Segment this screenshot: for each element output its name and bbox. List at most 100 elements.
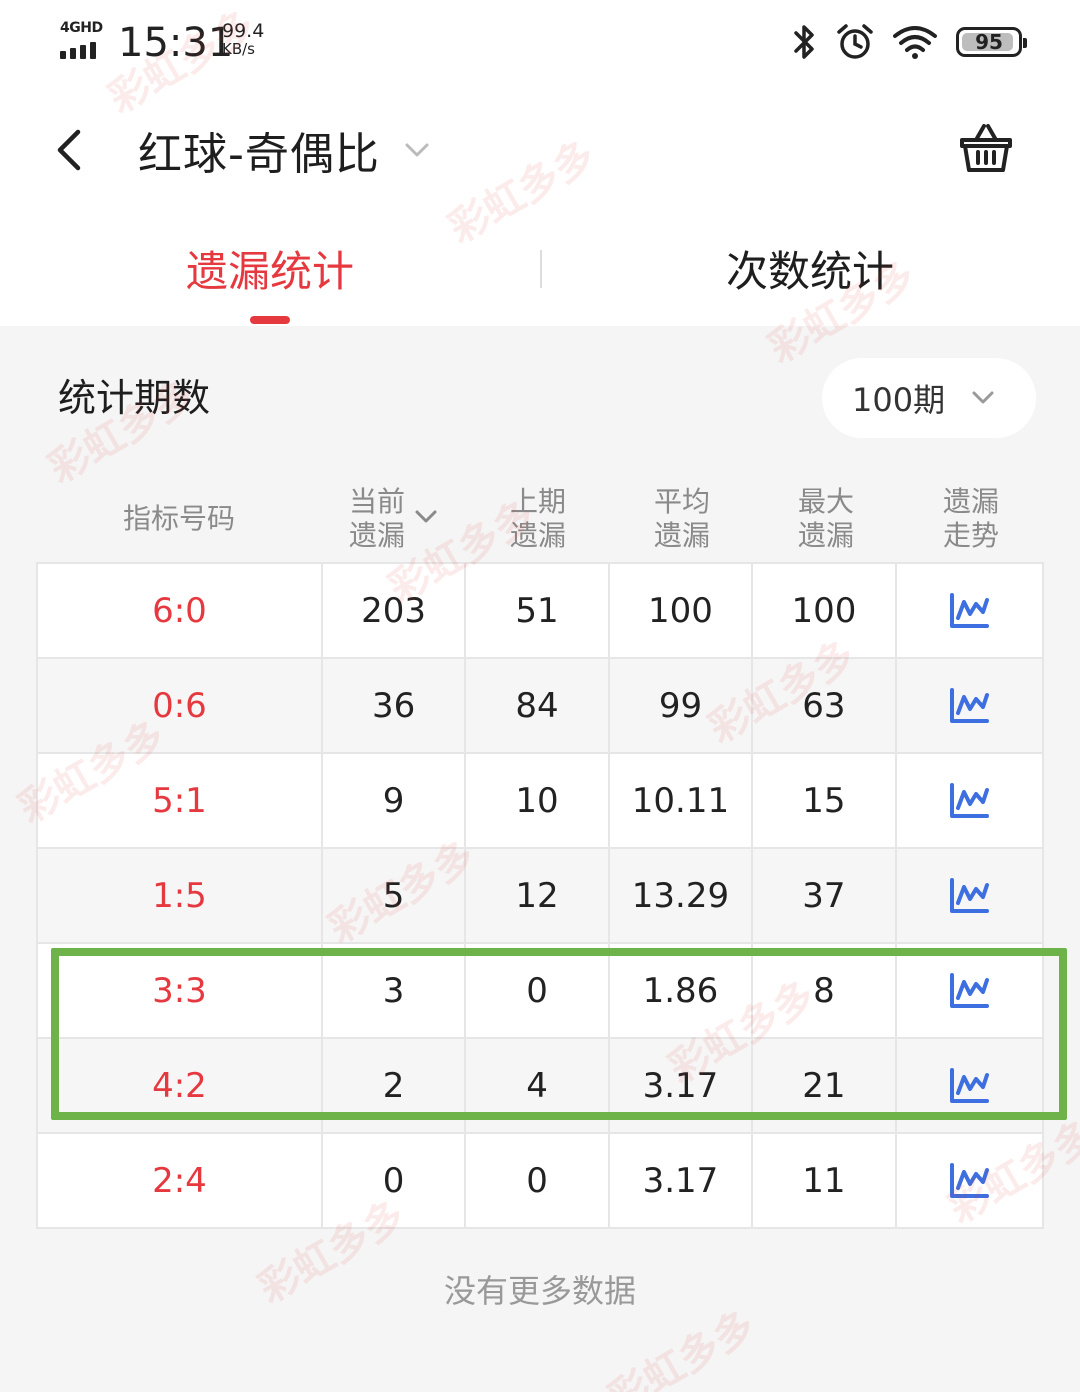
column-header-label: 当前	[348, 485, 405, 518]
column-header-max-omission: 最大 遗漏	[754, 476, 898, 562]
cell-max-omission: 21	[753, 1039, 897, 1132]
cell-current-omission: 3	[323, 944, 467, 1037]
trend-chart-icon[interactable]	[948, 782, 990, 820]
cell-avg-omission: 3.17	[610, 1134, 754, 1227]
trend-chart-icon[interactable]	[948, 592, 990, 630]
table-row: 2:4 0 0 3.17 11	[38, 1134, 1042, 1229]
period-select[interactable]: 100期	[822, 358, 1036, 438]
column-header-label: 遗漏	[348, 519, 405, 552]
cell-avg-omission: 13.29	[610, 849, 754, 942]
cell-code: 3:3	[38, 944, 323, 1037]
cell-max-omission: 63	[753, 659, 897, 752]
title-dropdown[interactable]: 红球-奇偶比	[138, 118, 432, 182]
alarm-icon	[837, 24, 873, 59]
tab-count-stats[interactable]: 次数统计	[540, 210, 1080, 326]
cell-avg-omission: 99	[610, 659, 754, 752]
omission-table: 6:0 203 51 100 100 0:6 36 84 99 63 5:1 9…	[36, 562, 1044, 1229]
column-header-current-omission[interactable]: 当前 遗漏	[322, 476, 466, 562]
status-time: 15:31	[118, 20, 234, 66]
bluetooth-icon	[794, 25, 814, 59]
table-header: 指标号码 当前 遗漏 上期 遗漏 平均 遗漏 最大 遗漏 遗漏 走势	[36, 476, 1044, 562]
network-speed-value: 99.4	[222, 20, 265, 42]
cell-last-omission: 51	[466, 564, 610, 657]
table-row: 0:6 36 84 99 63	[38, 659, 1042, 754]
cell-last-omission: 10	[466, 754, 610, 847]
column-header-label: 遗漏	[653, 519, 710, 552]
column-header-label: 上期	[509, 485, 566, 518]
column-header-trend: 遗漏 走势	[898, 476, 1044, 562]
network-speed: 99.4 KB/s	[222, 20, 282, 59]
cell-avg-omission: 10.11	[610, 754, 754, 847]
cell-code: 1:5	[38, 849, 323, 942]
cell-code: 2:4	[38, 1134, 323, 1227]
column-header-avg-omission: 平均 遗漏	[610, 476, 754, 562]
cell-current-omission: 2	[323, 1039, 467, 1132]
tab-omission-stats[interactable]: 遗漏统计	[0, 210, 540, 326]
table-row: 4:2 2 4 3.17 21	[38, 1039, 1042, 1134]
back-arrow-icon[interactable]	[40, 120, 100, 180]
cell-trend	[897, 659, 1042, 752]
cell-avg-omission: 1.86	[610, 944, 754, 1037]
column-header-label: 遗漏	[797, 519, 854, 552]
cell-current-omission: 0	[323, 1134, 467, 1227]
cell-avg-omission: 3.17	[610, 1039, 754, 1132]
trend-chart-icon[interactable]	[948, 687, 990, 725]
no-more-data-text: 没有更多数据	[443, 1272, 636, 1310]
cell-trend	[897, 564, 1042, 657]
status-bar: 4GHD 15:31 99.4 KB/s 95	[0, 0, 1080, 90]
cell-last-omission: 0	[466, 944, 610, 1037]
cell-last-omission: 4	[466, 1039, 610, 1132]
wifi-icon	[893, 26, 937, 59]
network-type-label: 4GHD	[60, 20, 103, 36]
cell-current-omission: 5	[323, 849, 467, 942]
column-header-label: 走势	[942, 519, 999, 552]
sort-chevron-down-icon	[415, 510, 437, 523]
cell-trend	[897, 1039, 1042, 1132]
cell-max-omission: 11	[753, 1134, 897, 1227]
cell-last-omission: 0	[466, 1134, 610, 1227]
cellular-signal-icon: 4GHD	[60, 20, 110, 60]
trend-chart-icon[interactable]	[948, 972, 990, 1010]
trend-chart-icon[interactable]	[948, 1162, 990, 1200]
column-header-label: 平均	[653, 485, 710, 518]
cell-current-omission: 36	[323, 659, 467, 752]
trend-chart-icon[interactable]	[948, 877, 990, 915]
trend-chart-icon[interactable]	[948, 1067, 990, 1105]
cell-max-omission: 15	[753, 754, 897, 847]
tab-label: 次数统计	[725, 247, 894, 296]
table-row: 1:5 5 12 13.29 37	[38, 849, 1042, 944]
table-row: 3:3 3 0 1.86 8	[38, 944, 1042, 1039]
cell-max-omission: 37	[753, 849, 897, 942]
column-header-label: 最大	[797, 485, 854, 518]
tab-label: 遗漏统计	[185, 247, 354, 296]
cell-max-omission: 100	[753, 564, 897, 657]
cell-code: 5:1	[38, 754, 323, 847]
period-value: 100期	[852, 381, 946, 419]
table-row: 5:1 9 10 10.11 15	[38, 754, 1042, 849]
cell-max-omission: 8	[753, 944, 897, 1037]
cell-trend	[897, 849, 1042, 942]
cell-code: 4:2	[38, 1039, 323, 1132]
status-icons: 95	[792, 20, 1027, 64]
column-header-label: 指标号码	[122, 502, 235, 535]
chevron-down-icon	[405, 143, 429, 157]
cell-code: 6:0	[38, 564, 323, 657]
basket-icon[interactable]	[956, 118, 1016, 178]
active-tab-indicator	[250, 316, 290, 324]
cell-last-omission: 12	[466, 849, 610, 942]
network-speed-unit: KB/s	[222, 40, 255, 58]
battery-icon: 95	[956, 27, 1027, 57]
cell-current-omission: 9	[323, 754, 467, 847]
cell-avg-omission: 100	[610, 564, 754, 657]
cell-current-omission: 203	[323, 564, 467, 657]
period-label: 统计期数	[58, 376, 211, 420]
page-title: 红球-奇偶比	[138, 129, 380, 180]
tab-bar: 遗漏统计 次数统计	[0, 210, 1080, 326]
column-header-label: 遗漏	[509, 519, 566, 552]
nav-bar: 红球-奇偶比	[0, 90, 1080, 210]
column-header-last-omission: 上期 遗漏	[466, 476, 610, 562]
cell-trend	[897, 944, 1042, 1037]
cell-code: 0:6	[38, 659, 323, 752]
column-header-code: 指标号码	[36, 476, 322, 562]
period-row: 统计期数 100期	[0, 326, 1080, 466]
